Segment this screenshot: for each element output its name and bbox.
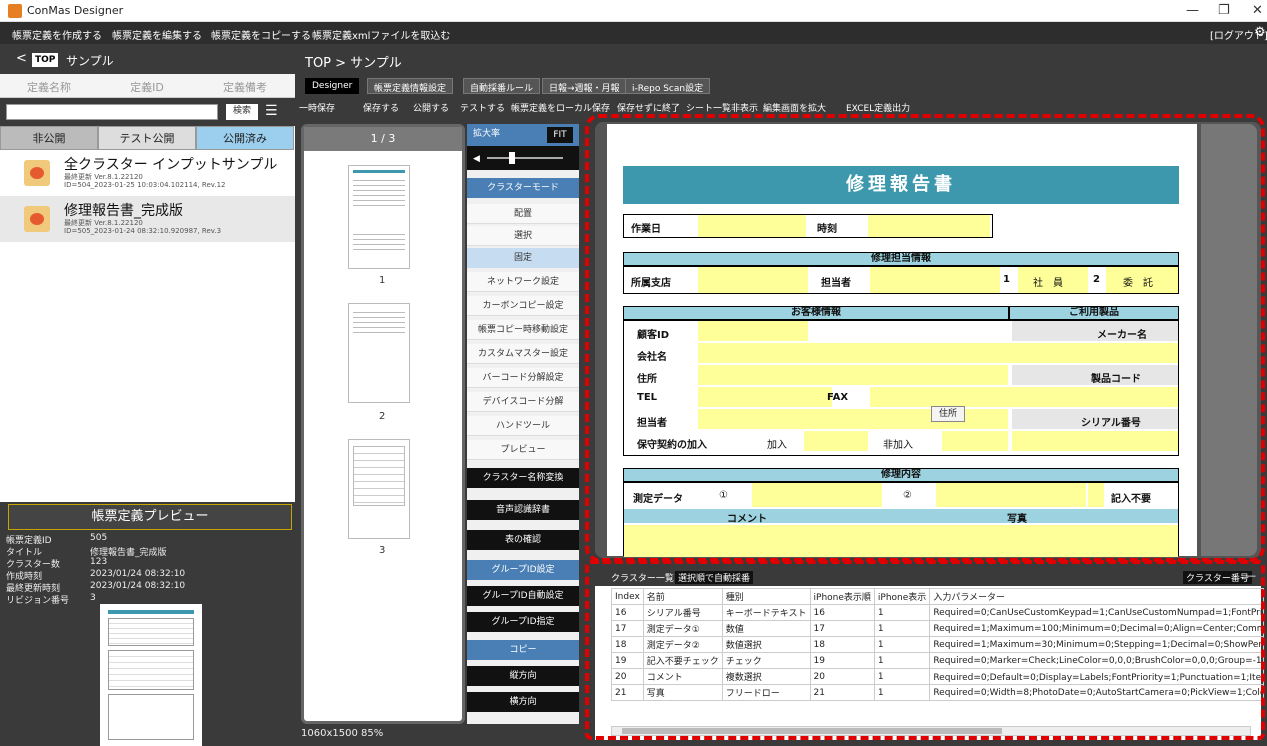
menu-import-xml[interactable]: 帳票定義xmlファイルを取込む bbox=[312, 27, 450, 42]
item-title: 修理報告書_完成版 bbox=[64, 203, 183, 219]
tool-preview[interactable]: プレビュー bbox=[467, 440, 579, 460]
tool-group-id: グループID設定 bbox=[467, 560, 579, 580]
designer-area: TOP > サンプル Designer 帳票定義情報設定 自動採番ルール 日報→… bbox=[297, 44, 1267, 746]
nav-row: < TOP サンプル bbox=[0, 44, 295, 74]
page-thumbnail[interactable] bbox=[348, 439, 410, 539]
zoom-handle[interactable] bbox=[509, 152, 515, 164]
maximize-icon[interactable]: ❐ bbox=[1218, 3, 1230, 18]
tool-rename-clusters[interactable]: クラスター名称変換 bbox=[467, 468, 579, 488]
tool-group-id-assign[interactable]: グループID指定 bbox=[467, 612, 579, 632]
tab-definition-info[interactable]: 帳票定義情報設定 bbox=[367, 78, 454, 94]
meta-value: 505 bbox=[90, 533, 108, 543]
fit-button[interactable]: FIT bbox=[547, 127, 573, 143]
preview-title: 帳票定義プレビュー bbox=[8, 504, 292, 530]
definition-preview-panel: 帳票定義プレビュー 帳票定義ID 505 タイトル 修理報告書_完成版 クラスタ… bbox=[0, 502, 295, 746]
settings-gear-icon[interactable]: ⚙ bbox=[1254, 25, 1266, 40]
meta-value: 123 bbox=[90, 557, 108, 567]
tool-place[interactable]: 配置 bbox=[467, 204, 579, 224]
page-size-status: 1060x1500 85% bbox=[301, 728, 384, 739]
action-exit-without-save[interactable]: 保存せずに終了 bbox=[617, 101, 680, 114]
tool-carbon-copy[interactable]: カーボンコピー設定 bbox=[467, 296, 579, 316]
meta-value: 2023/01/24 08:32:10 bbox=[90, 569, 186, 579]
tool-barcode-split[interactable]: バーコード分解設定 bbox=[467, 368, 579, 388]
tab-published[interactable]: 公開済み bbox=[196, 126, 294, 150]
title-bar: ConMas Designer — ❐ ✕ bbox=[0, 0, 1267, 22]
list-item-selected[interactable]: 修理報告書_完成版 最終更新 Ver.8.1.22120 ID=505_2023… bbox=[0, 196, 295, 242]
search-button[interactable]: 検索 bbox=[226, 104, 258, 120]
top-badge[interactable]: TOP bbox=[32, 53, 59, 67]
tool-column: 拡大率 FIT ◀ クラスターモード 配置 選択 固定 ネットワーク設定 カーボ… bbox=[467, 124, 579, 724]
tool-device-code[interactable]: デバイスコード分解 bbox=[467, 392, 579, 412]
tool-group-id-auto[interactable]: グループID自動設定 bbox=[467, 586, 579, 606]
action-local-save[interactable]: 帳票定義をローカル保存 bbox=[511, 101, 610, 114]
menu-bar: 帳票定義を作成する 帳票定義を編集する 帳票定義をコピーする 帳票定義xmlファ… bbox=[0, 22, 1267, 44]
page-number: 2 bbox=[379, 411, 386, 422]
item-meta: ID=505_2023-01-24 08:32:10.920987, Rev.3 bbox=[64, 227, 222, 235]
tool-copy-move[interactable]: 帳票コピー時移動設定 bbox=[467, 320, 579, 340]
search-input[interactable] bbox=[6, 104, 218, 120]
document-icon bbox=[24, 206, 50, 232]
tool-vertical[interactable]: 縦方向 bbox=[467, 666, 579, 686]
nav-title: サンプル bbox=[66, 54, 114, 68]
page-thumbnail[interactable] bbox=[348, 303, 410, 403]
menu-edit-definition[interactable]: 帳票定義を編集する bbox=[112, 27, 202, 42]
tool-copy: コピー bbox=[467, 640, 579, 660]
cluster-list-highlight bbox=[585, 560, 1265, 740]
preview-thumbnail bbox=[100, 604, 202, 746]
document-icon bbox=[24, 160, 50, 186]
meta-value: 2023/01/24 08:32:10 bbox=[90, 581, 186, 591]
tool-network-setting[interactable]: ネットワーク設定 bbox=[467, 272, 579, 292]
page-number: 1 bbox=[379, 275, 386, 286]
zoom-slider[interactable]: ◀ bbox=[467, 146, 579, 170]
minimize-icon[interactable]: — bbox=[1186, 3, 1199, 18]
close-icon[interactable]: ✕ bbox=[1252, 3, 1263, 18]
tool-horizontal[interactable]: 横方向 bbox=[467, 692, 579, 712]
tool-voice-dictionary[interactable]: 音声認識辞書 bbox=[467, 500, 579, 520]
tab-test-public[interactable]: テスト公開 bbox=[98, 126, 196, 150]
column-headers: 定義名称 定義ID 定義備考 bbox=[0, 74, 295, 98]
item-meta: ID=504_2023-01-25 10:03:04.102114, Rev.1… bbox=[64, 181, 226, 189]
action-enlarge-editor[interactable]: 編集画面を拡大 bbox=[763, 101, 826, 114]
app-logo-icon bbox=[8, 4, 22, 18]
action-save[interactable]: 保存する bbox=[363, 101, 399, 114]
status-tabs: 非公開 テスト公開 公開済み bbox=[0, 126, 295, 150]
tab-auto-numbering[interactable]: 自動採番ルール bbox=[463, 78, 541, 94]
action-test[interactable]: テストする bbox=[460, 101, 505, 114]
menu-create-definition[interactable]: 帳票定義を作成する bbox=[12, 27, 102, 42]
list-item[interactable]: 全クラスター インプットサンプル 最終更新 Ver.8.1.22120 ID=5… bbox=[0, 150, 295, 196]
tool-hand[interactable]: ハンドツール bbox=[467, 416, 579, 436]
back-icon[interactable]: < bbox=[16, 51, 27, 66]
tool-select[interactable]: 選択 bbox=[467, 226, 579, 246]
canvas-highlight bbox=[585, 114, 1265, 562]
action-temp-save[interactable]: 一時保存 bbox=[299, 101, 335, 114]
col-definition-id[interactable]: 定義ID bbox=[98, 79, 196, 95]
page-thumbnail[interactable] bbox=[348, 165, 410, 269]
tab-private[interactable]: 非公開 bbox=[0, 126, 98, 150]
window-title: ConMas Designer bbox=[27, 4, 124, 17]
action-publish[interactable]: 公開する bbox=[413, 101, 449, 114]
tab-report-conversion[interactable]: 日報→週報・月報 bbox=[542, 78, 627, 94]
tool-custom-master[interactable]: カスタムマスター設定 bbox=[467, 344, 579, 364]
action-excel-export[interactable]: EXCEL定義出力 bbox=[846, 101, 910, 114]
breadcrumb[interactable]: TOP > サンプル bbox=[305, 52, 402, 71]
tool-fixed[interactable]: 固定 bbox=[467, 248, 579, 268]
tab-irepo-scan[interactable]: i-Repo Scan設定 bbox=[625, 78, 711, 94]
zoom-out-icon[interactable]: ◀ bbox=[473, 154, 480, 164]
tab-designer[interactable]: Designer bbox=[305, 78, 360, 94]
page-number: 3 bbox=[379, 545, 386, 556]
col-definition-name[interactable]: 定義名称 bbox=[0, 79, 98, 95]
page-counter: 1 / 3 bbox=[304, 127, 462, 151]
tool-cluster-mode: クラスターモード bbox=[467, 178, 579, 198]
col-definition-note[interactable]: 定義備考 bbox=[196, 79, 294, 95]
sort-icon[interactable]: ☰ bbox=[265, 103, 278, 119]
meta-label: リビジョン番号 bbox=[6, 596, 70, 606]
menu-copy-definition[interactable]: 帳票定義をコピーする bbox=[211, 27, 311, 42]
search-row: 検索 ☰ bbox=[0, 98, 295, 126]
page-thumbnail-panel: 1 / 3 1 2 3 bbox=[301, 124, 465, 724]
item-title: 全クラスター インプットサンプル bbox=[64, 157, 278, 173]
meta-value: 3 bbox=[90, 593, 96, 603]
tool-check-table[interactable]: 表の確認 bbox=[467, 530, 579, 550]
action-hide-sheet-list[interactable]: シート一覧非表示 bbox=[686, 101, 758, 114]
